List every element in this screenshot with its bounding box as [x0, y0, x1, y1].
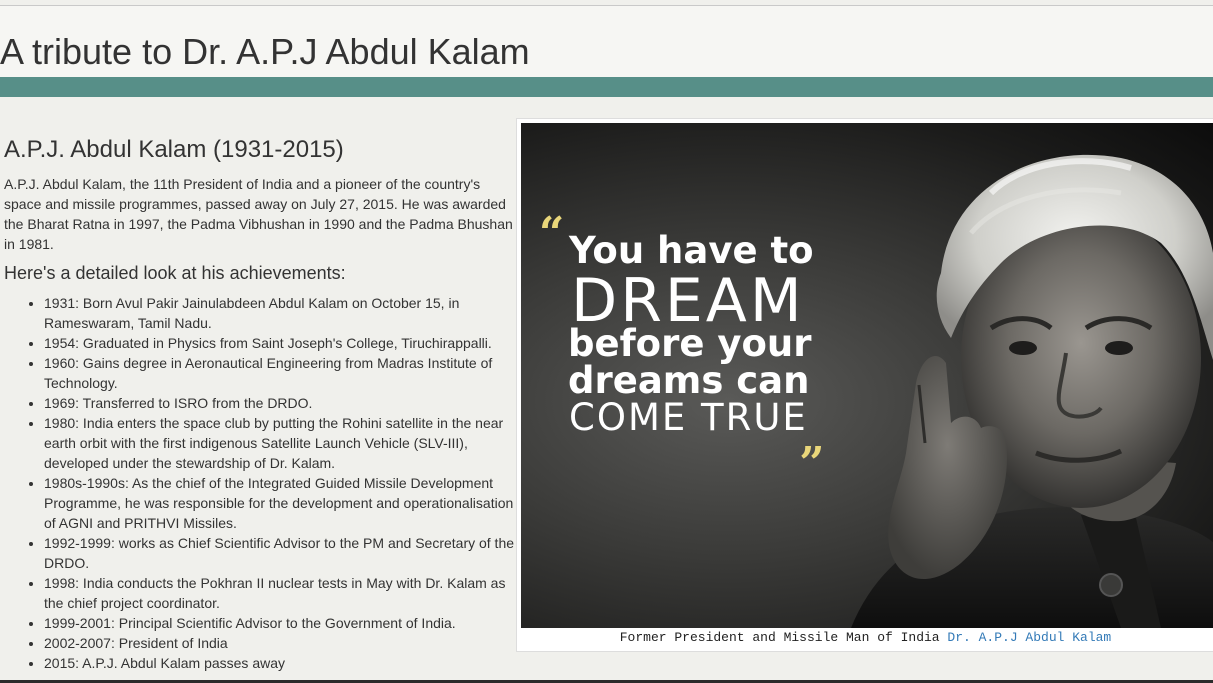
quote-line-5: COME TRUE	[569, 396, 808, 439]
quote-close-mark: „	[800, 413, 825, 464]
quote-open-mark: “	[539, 208, 564, 259]
achievement-item: 1980s-1990s: As the chief of the Integra…	[44, 473, 516, 533]
header-accent-band	[0, 77, 1213, 97]
caption-name-link[interactable]: Dr. A.P.J Abdul Kalam	[947, 630, 1111, 645]
achievement-item: 2015: A.P.J. Abdul Kalam passes away	[44, 653, 516, 673]
achievement-item: 1969: Transferred to ISRO from the DRDO.	[44, 393, 516, 413]
achievement-item: 1992-1999: works as Chief Scientific Adv…	[44, 533, 516, 573]
caption-text: Former President and Missile Man of Indi…	[619, 630, 948, 645]
achievement-item: 1954: Graduated in Physics from Saint Jo…	[44, 333, 516, 353]
tribute-article: A.P.J. Abdul Kalam (1931-2015) A.P.J. Ab…	[4, 136, 516, 673]
achievement-item: 1931: Born Avul Pakir Jainulabdeen Abdul…	[44, 293, 516, 333]
achievement-item: 1960: Gains degree in Aeronautical Engin…	[44, 353, 516, 393]
article-heading: A.P.J. Abdul Kalam (1931-2015)	[4, 136, 344, 163]
achievement-item: 1980: India enters the space club by put…	[44, 413, 516, 473]
portrait-figure: “ You have to DREAM before your dreams c…	[516, 118, 1213, 652]
achievements-heading: Here's a detailed look at his achievemen…	[4, 263, 346, 283]
achievements-list: 1931: Born Avul Pakir Jainulabdeen Abdul…	[4, 293, 516, 673]
portrait-illustration: “ You have to DREAM before your dreams c…	[539, 154, 1213, 628]
achievement-item: 2002-2007: President of India	[44, 633, 516, 653]
page-header: A tribute to Dr. A.P.J Abdul Kalam	[0, 6, 1213, 77]
article-intro: A.P.J. Abdul Kalam, the 11th President o…	[4, 176, 513, 252]
kalam-quote-photo: “ You have to DREAM before your dreams c…	[521, 123, 1213, 628]
achievement-item: 1998: India conducts the Pokhran II nucl…	[44, 573, 516, 613]
page-title: A tribute to Dr. A.P.J Abdul Kalam	[0, 31, 530, 72]
achievement-item: 1999-2001: Principal Scientific Advisor …	[44, 613, 516, 633]
figure-caption: Former President and Missile Man of Indi…	[517, 629, 1213, 647]
